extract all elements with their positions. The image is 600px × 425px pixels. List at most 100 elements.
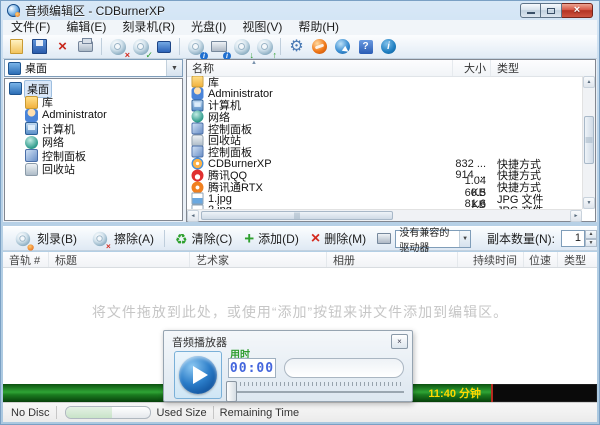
seek-slider-track[interactable] bbox=[228, 391, 404, 393]
tree-item-administrator[interactable]: Administrator bbox=[5, 109, 182, 122]
column-header-bitrate[interactable]: 位速 bbox=[524, 252, 558, 267]
audio-player-window: 音频播放器 × 用时 00:00 bbox=[163, 330, 413, 402]
control-panel-icon bbox=[192, 146, 204, 158]
play-button[interactable] bbox=[174, 351, 222, 399]
tree-item-recycle-bin[interactable]: 回收站 bbox=[5, 162, 182, 175]
scroll-left-button[interactable]: ◄ bbox=[187, 210, 199, 222]
website-button[interactable] bbox=[332, 36, 353, 57]
player-progress-bar bbox=[284, 358, 404, 378]
column-header-duration[interactable]: 持续时间 bbox=[458, 252, 524, 267]
maximize-icon bbox=[547, 8, 555, 14]
scroll-thumb[interactable] bbox=[201, 211, 393, 220]
clear-button[interactable]: ♻清除(C) bbox=[170, 229, 237, 248]
erase-disc-icon: × bbox=[90, 229, 109, 248]
desktop-icon bbox=[9, 82, 22, 95]
scroll-up-button[interactable]: ▲ bbox=[583, 76, 595, 88]
print-button[interactable] bbox=[75, 36, 96, 57]
finalize-disc-button[interactable]: ✓ bbox=[130, 36, 151, 57]
spinner-up-button[interactable]: ▲ bbox=[585, 230, 597, 239]
tree-item-control-panel[interactable]: 控制面板 bbox=[5, 149, 182, 162]
computer-icon bbox=[192, 99, 204, 111]
update-button[interactable] bbox=[309, 36, 330, 57]
new-file-icon bbox=[10, 39, 23, 54]
recycle-bin-icon bbox=[25, 163, 38, 176]
close-button[interactable]: × bbox=[562, 3, 593, 18]
tree-item-computer[interactable]: 计算机 bbox=[5, 122, 182, 135]
thumb-grip-icon bbox=[586, 138, 593, 143]
minimize-button[interactable] bbox=[520, 3, 541, 18]
column-header-type[interactable]: 类型 bbox=[490, 60, 595, 76]
toolbar-separator bbox=[164, 230, 165, 247]
scroll-thumb[interactable] bbox=[584, 116, 594, 164]
vertical-scrollbar[interactable]: ▲ ▼ bbox=[582, 76, 595, 209]
file-row[interactable]: 库 bbox=[187, 76, 582, 88]
menu-item-file[interactable]: 文件(F) bbox=[3, 20, 58, 35]
copies-value[interactable]: 1 bbox=[561, 230, 585, 247]
help-button[interactable]: ? bbox=[355, 36, 376, 57]
column-header-title[interactable]: 标题 bbox=[49, 252, 190, 267]
drive-info-button[interactable]: i bbox=[208, 36, 229, 57]
desktop-icon bbox=[8, 62, 21, 75]
print-icon bbox=[78, 41, 93, 52]
column-header-name[interactable]: 名称 bbox=[187, 60, 452, 76]
tree-item-desktop[interactable]: 桌面 bbox=[5, 82, 182, 95]
scroll-right-button[interactable]: ► bbox=[570, 210, 582, 222]
add-label: 添加(D) bbox=[258, 230, 299, 247]
add-button[interactable]: +添加(D) bbox=[239, 229, 304, 248]
sort-arrow-icon: ▲ bbox=[251, 60, 257, 66]
tree-item-network[interactable]: 网络 bbox=[5, 136, 182, 149]
gear-icon: ⚙ bbox=[289, 39, 303, 55]
column-header-artist[interactable]: 艺术家 bbox=[190, 252, 327, 267]
burn-button[interactable]: 刻录(B) bbox=[7, 227, 82, 250]
window-controls: × bbox=[520, 3, 593, 18]
tree-item-libraries[interactable]: 库 bbox=[5, 95, 182, 108]
menu-item-recorder[interactable]: 刻录机(R) bbox=[114, 20, 183, 35]
drive-select-value: 没有兼容的驱动器 bbox=[399, 224, 459, 254]
file-type: JPG 文件 bbox=[490, 202, 582, 209]
menu-item-help[interactable]: 帮助(H) bbox=[290, 20, 347, 35]
used-size-fill bbox=[66, 407, 112, 418]
about-button[interactable]: i bbox=[378, 36, 399, 57]
menu-item-disc[interactable]: 光盘(I) bbox=[183, 20, 234, 35]
status-remaining-label: Remaining Time bbox=[220, 407, 299, 419]
settings-button[interactable]: ⚙ bbox=[286, 36, 307, 57]
file-size: 832 ... bbox=[448, 158, 490, 170]
spinner-down-button[interactable]: ▼ bbox=[585, 239, 597, 248]
save-button[interactable] bbox=[29, 36, 50, 57]
play-circle bbox=[179, 356, 217, 394]
drive-select[interactable]: 没有兼容的驱动器 ▼ bbox=[395, 230, 471, 248]
column-header-album[interactable]: 相册 bbox=[327, 252, 458, 267]
horizontal-scrollbar[interactable]: ◄ ► bbox=[187, 209, 582, 221]
erase-disc-button[interactable]: × bbox=[107, 36, 128, 57]
column-header-size[interactable]: 大小 bbox=[452, 60, 490, 76]
column-header-type[interactable]: 类型 bbox=[558, 252, 597, 267]
export-button[interactable]: ↑ bbox=[254, 36, 275, 57]
disc-info-button[interactable]: i bbox=[185, 36, 206, 57]
import-disc-icon bbox=[234, 39, 250, 55]
maximize-button[interactable] bbox=[541, 3, 562, 18]
menu-item-edit[interactable]: 编辑(E) bbox=[58, 20, 114, 35]
export-disc-icon bbox=[257, 39, 273, 55]
location-dropdown[interactable]: 桌面 ▼ bbox=[4, 59, 183, 77]
data-disc-button[interactable] bbox=[153, 36, 174, 57]
player-close-button[interactable]: × bbox=[391, 334, 408, 349]
erase-button[interactable]: × 擦除(A) bbox=[84, 227, 159, 250]
close-compilation-button[interactable]: × bbox=[52, 36, 73, 57]
new-button[interactable] bbox=[6, 36, 27, 57]
tree-item-label: 库 bbox=[42, 94, 53, 110]
toolbar-separator bbox=[280, 38, 281, 55]
erase-disc-icon bbox=[110, 39, 126, 55]
close-icon: × bbox=[574, 5, 580, 16]
computer-icon bbox=[25, 122, 38, 135]
seek-slider-thumb[interactable] bbox=[226, 381, 237, 402]
remove-button[interactable]: ×删除(M) bbox=[306, 229, 371, 248]
file-size: 81.6 KB bbox=[448, 198, 490, 209]
player-title: 音频播放器 bbox=[172, 334, 227, 350]
chevron-down-icon[interactable]: ▼ bbox=[459, 231, 470, 247]
column-header-track[interactable]: 音轨 # bbox=[3, 252, 49, 267]
scroll-down-button[interactable]: ▼ bbox=[583, 197, 595, 209]
erase-label: 擦除(A) bbox=[114, 230, 154, 247]
import-button[interactable]: ↓ bbox=[231, 36, 252, 57]
chevron-down-icon[interactable]: ▼ bbox=[166, 60, 182, 76]
menu-item-view[interactable]: 视图(V) bbox=[234, 20, 290, 35]
